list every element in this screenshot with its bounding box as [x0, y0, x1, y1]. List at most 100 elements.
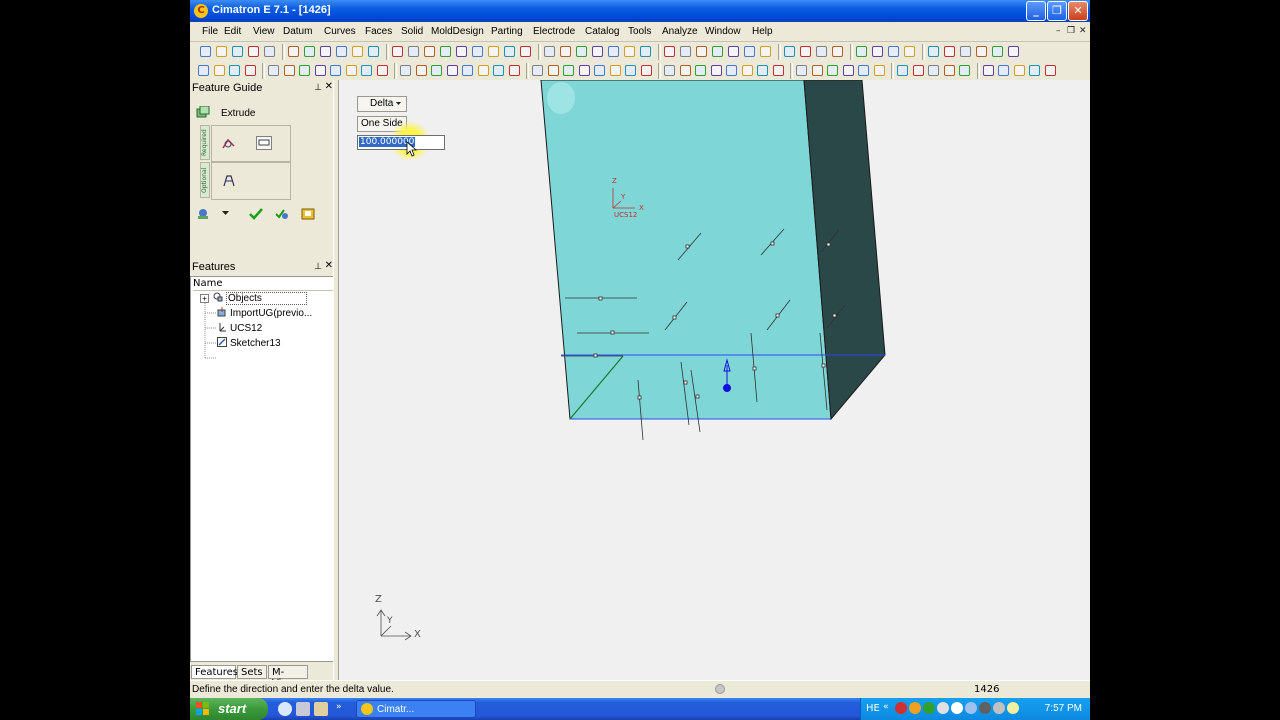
menu-view[interactable]: View	[253, 26, 275, 37]
menu-datum[interactable]: Datum	[283, 26, 312, 37]
toolbar-tool-icon[interactable]	[200, 46, 211, 57]
toolbar-tool-icon[interactable]	[336, 46, 347, 57]
toolbar-tool-icon[interactable]	[976, 46, 987, 57]
toolbar-tool-icon[interactable]	[345, 65, 357, 76]
toolbar-tool-icon[interactable]	[376, 65, 388, 76]
toolbar-tool-icon[interactable]	[368, 46, 379, 57]
toolbar-tool-icon[interactable]	[796, 65, 807, 76]
toolbar-tool-icon[interactable]	[563, 65, 574, 76]
media-icon[interactable]	[314, 702, 328, 716]
close-icon[interactable]: ✕	[325, 260, 333, 271]
menu-faces[interactable]: Faces	[365, 26, 392, 37]
toolbar-tool-icon[interactable]	[462, 65, 473, 76]
toolbar-tool-icon[interactable]	[299, 65, 310, 76]
toolbar-tool-icon[interactable]	[1008, 46, 1019, 57]
toolbar-separator[interactable]	[850, 44, 853, 60]
start-button[interactable]: start	[190, 698, 268, 720]
quicklaunch-more-icon[interactable]: »	[336, 702, 342, 716]
toolbar-tool-icon[interactable]	[424, 46, 435, 57]
mdi-minimize-button[interactable]: –	[1056, 26, 1061, 36]
toolbar-tool-icon[interactable]	[408, 46, 419, 57]
menu-analyze[interactable]: Analyze	[662, 26, 698, 37]
tree-item-objects[interactable]: + Objects	[200, 292, 307, 305]
toolbar-tool-icon[interactable]	[446, 65, 458, 76]
menu-parting[interactable]: Parting	[491, 26, 523, 37]
tray-app-icon-4[interactable]	[937, 702, 949, 714]
tree-item-sketcher13[interactable]: Sketcher13	[217, 337, 281, 349]
toolbar-tool-icon[interactable]	[944, 46, 955, 57]
menu-window[interactable]: Window	[705, 26, 741, 37]
toolbar-separator[interactable]	[658, 44, 661, 60]
toolbar-tool-icon[interactable]	[664, 46, 675, 57]
toolbar-tool-icon[interactable]	[504, 46, 515, 57]
tree-item-ucs12[interactable]: UCS12	[217, 322, 262, 334]
toolbar-tool-icon[interactable]	[304, 46, 315, 57]
toolbar-tool-icon[interactable]	[912, 65, 924, 76]
taskbar-cimatron-button[interactable]: Cimatr...	[356, 700, 476, 718]
toolbar-separator[interactable]	[778, 44, 781, 60]
toolbar-tool-icon[interactable]	[728, 46, 739, 57]
toolbar-separator[interactable]	[282, 44, 285, 60]
tray-expand-icon[interactable]: «	[883, 702, 893, 714]
toolbar-tool-icon[interactable]	[608, 46, 619, 57]
toolbar-tool-icon[interactable]	[352, 46, 363, 57]
toolbar-tool-icon[interactable]	[772, 65, 784, 76]
toolbar-tool-icon[interactable]	[400, 65, 411, 76]
toolbar-tool-icon[interactable]	[592, 46, 603, 57]
preview-icon[interactable]	[301, 207, 315, 220]
optional-tab[interactable]: Optional	[200, 162, 210, 198]
toolbar-tool-icon[interactable]	[320, 46, 331, 57]
tray-app-icon-2[interactable]	[909, 702, 921, 714]
tray-app-icon-6[interactable]	[965, 702, 977, 714]
apply-icon[interactable]	[275, 207, 289, 220]
toolbar-tool-icon[interactable]	[488, 46, 499, 57]
toolbar-tool-icon[interactable]	[827, 65, 838, 76]
toolbar-tool-icon[interactable]	[872, 46, 883, 57]
toolbar-separator[interactable]	[262, 63, 265, 79]
toolbar-tool-icon[interactable]	[544, 46, 555, 57]
toolbar-tool-icon[interactable]	[361, 65, 372, 76]
toolbar-tool-icon[interactable]	[726, 65, 737, 76]
title-bar[interactable]: C Cimatron E 7.1 - [1426] _ ❐ ✕	[190, 0, 1090, 22]
toolbar-tool-icon[interactable]	[696, 46, 707, 57]
toolbar-tool-icon[interactable]	[392, 46, 403, 57]
tray-volume-icon[interactable]	[1007, 702, 1019, 714]
toolbar-tool-icon[interactable]	[928, 46, 939, 57]
toolbar-tool-icon[interactable]	[330, 65, 341, 76]
toolbar-tool-icon[interactable]	[959, 65, 970, 76]
toolbar-tool-icon[interactable]	[456, 46, 467, 57]
toolbar-tool-icon[interactable]	[712, 46, 723, 57]
parameters-icon[interactable]	[256, 136, 272, 150]
menu-electrode[interactable]: Electrode	[533, 26, 575, 37]
toolbar-tool-icon[interactable]	[268, 65, 279, 76]
toolbar-tool-icon[interactable]	[741, 65, 753, 76]
tree-item-importug[interactable]: ImportUG(previo...	[217, 307, 312, 319]
mdi-close-button[interactable]: ✕	[1079, 26, 1087, 36]
toolbar-tool-icon[interactable]	[520, 46, 531, 57]
toolbar-tool-icon[interactable]	[664, 65, 675, 76]
toolbar-tool-icon[interactable]	[832, 46, 843, 57]
tray-app-icon-1[interactable]	[895, 702, 907, 714]
ok-check-icon[interactable]	[249, 207, 263, 220]
toolbar-tool-icon[interactable]	[679, 65, 691, 76]
internet-explorer-icon[interactable]	[278, 702, 292, 716]
toolbar-tool-icon[interactable]	[283, 65, 295, 76]
toolbar-tool-icon[interactable]	[680, 46, 691, 57]
toolbar-tool-icon[interactable]	[314, 65, 326, 76]
toolbar-separator[interactable]	[658, 63, 661, 79]
pin-icon[interactable]: ⊥	[314, 82, 322, 93]
toolbar-tool-icon[interactable]	[232, 46, 243, 57]
toolbar-tool-icon[interactable]	[547, 65, 559, 76]
toolbar-tool-icon[interactable]	[415, 65, 427, 76]
minimize-button[interactable]: _	[1026, 1, 1046, 21]
toolbar-tool-icon[interactable]	[264, 46, 275, 57]
options-icon[interactable]	[196, 208, 210, 220]
toolbar-tool-icon[interactable]	[897, 65, 908, 76]
toolbar-tool-icon[interactable]	[244, 65, 256, 76]
toolbar-tool-icon[interactable]	[248, 46, 259, 57]
tray-app-icon-3[interactable]	[923, 702, 935, 714]
column-header-name[interactable]: Name	[193, 278, 333, 291]
toolbar-tool-icon[interactable]	[784, 46, 795, 57]
toolbar-tool-icon[interactable]	[440, 46, 451, 57]
toolbar-tool-icon[interactable]	[858, 65, 869, 76]
